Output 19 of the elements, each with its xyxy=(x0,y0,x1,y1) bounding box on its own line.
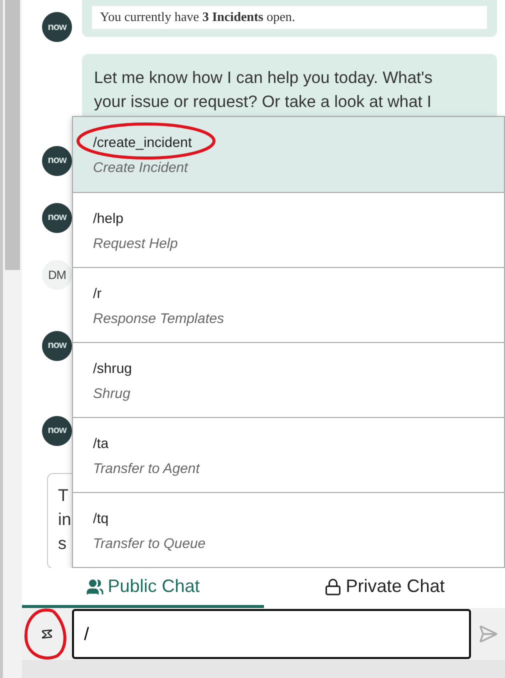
command-item[interactable]: /ta Transfer to Agent xyxy=(73,417,504,492)
avatar: now xyxy=(42,146,72,176)
avatar: now xyxy=(42,330,72,360)
command-item[interactable]: /create_incident Create Incident xyxy=(73,117,504,192)
message-input[interactable]: / xyxy=(72,609,471,659)
avatar: DM xyxy=(42,260,72,290)
scrollbar-thumb[interactable] xyxy=(5,0,20,270)
send-icon xyxy=(478,624,498,644)
avatar: now xyxy=(42,416,72,446)
avatar: now xyxy=(42,12,72,42)
avatar: now xyxy=(42,202,72,232)
chat-tab[interactable]: Private Chat xyxy=(264,568,505,608)
command-item[interactable]: /tq Transfer to Queue xyxy=(73,492,504,567)
users-icon xyxy=(86,578,104,596)
incident-count: You currently have 3 Incidents open. xyxy=(92,6,487,29)
command-item[interactable]: /help Request Help xyxy=(73,192,504,267)
lock-icon xyxy=(324,578,342,596)
command-item[interactable]: /shrug Shrug xyxy=(73,342,504,417)
command-item[interactable]: /r Response Templates xyxy=(73,267,504,342)
